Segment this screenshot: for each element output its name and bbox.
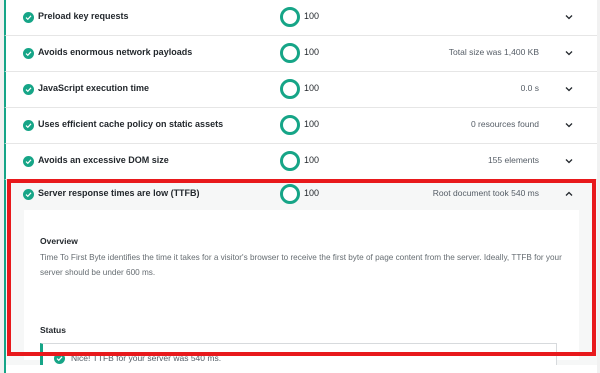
audit-detail: 0.0 s <box>520 83 539 93</box>
chevron-down-icon[interactable] <box>562 10 576 24</box>
status-message: Nice! TTFB for your server was 540 ms. <box>71 353 222 363</box>
audit-details-panel: Overview Time To First Byte identifies t… <box>24 210 579 373</box>
audit-row[interactable]: Preload key requests 100 <box>4 0 597 36</box>
audit-score: 100 <box>304 11 320 21</box>
check-circle-icon <box>23 189 34 200</box>
chevron-down-icon[interactable] <box>562 118 576 132</box>
check-circle-icon <box>23 120 34 131</box>
score-ring-icon <box>280 79 300 99</box>
score-ring-icon <box>280 184 300 204</box>
status-heading: Status <box>40 325 66 335</box>
audit-row[interactable]: Uses efficient cache policy on static as… <box>4 108 597 144</box>
audit-label: Avoids an excessive DOM size <box>38 155 169 165</box>
score-ring-icon <box>280 7 300 27</box>
audit-list: Preload key requests 100 Avoids enormous… <box>0 0 600 180</box>
check-circle-icon <box>23 156 34 167</box>
audit-row-header[interactable]: Server response times are low (TTFB) 100… <box>6 180 597 210</box>
audit-detail: Total size was 1,400 KB <box>448 47 539 57</box>
audit-row[interactable]: Avoids an excessive DOM size 100 155 ele… <box>4 144 597 180</box>
audit-score: 100 <box>304 83 320 93</box>
chevron-down-icon[interactable] <box>562 46 576 60</box>
chevron-down-icon[interactable] <box>562 82 576 96</box>
audit-label: Uses efficient cache policy on static as… <box>38 119 224 129</box>
audit-row[interactable]: JavaScript execution time 100 0.0 s <box>4 72 597 108</box>
check-circle-icon <box>23 84 34 95</box>
score-ring-icon <box>280 151 300 171</box>
audit-score: 100 <box>304 188 320 198</box>
chevron-down-icon[interactable] <box>562 154 576 168</box>
check-circle-icon <box>23 12 34 23</box>
audit-row-expanded: Server response times are low (TTFB) 100… <box>4 180 597 373</box>
check-circle-icon <box>23 48 34 59</box>
audit-label: Server response times are low (TTFB) <box>38 188 200 198</box>
next-audit-row-edge <box>4 365 597 373</box>
audit-score: 100 <box>304 155 320 165</box>
audit-label: JavaScript execution time <box>38 83 150 93</box>
chevron-up-icon[interactable] <box>562 187 576 201</box>
check-circle-icon <box>54 353 65 364</box>
audit-detail: 155 elements <box>487 155 539 165</box>
audit-score: 100 <box>304 119 320 129</box>
score-ring-icon <box>280 43 300 63</box>
audit-detail: 0 resources found <box>470 119 539 129</box>
audit-detail: Root document took 540 ms <box>432 188 539 198</box>
overview-text: Time To First Byte identifies the time i… <box>40 253 562 277</box>
audit-label: Preload key requests <box>38 11 129 21</box>
audit-label: Avoids enormous network payloads <box>38 47 193 57</box>
audit-score: 100 <box>304 47 320 57</box>
audit-row[interactable]: Avoids enormous network payloads 100 Tot… <box>4 36 597 72</box>
score-ring-icon <box>280 115 300 135</box>
overview-heading: Overview <box>40 236 78 246</box>
